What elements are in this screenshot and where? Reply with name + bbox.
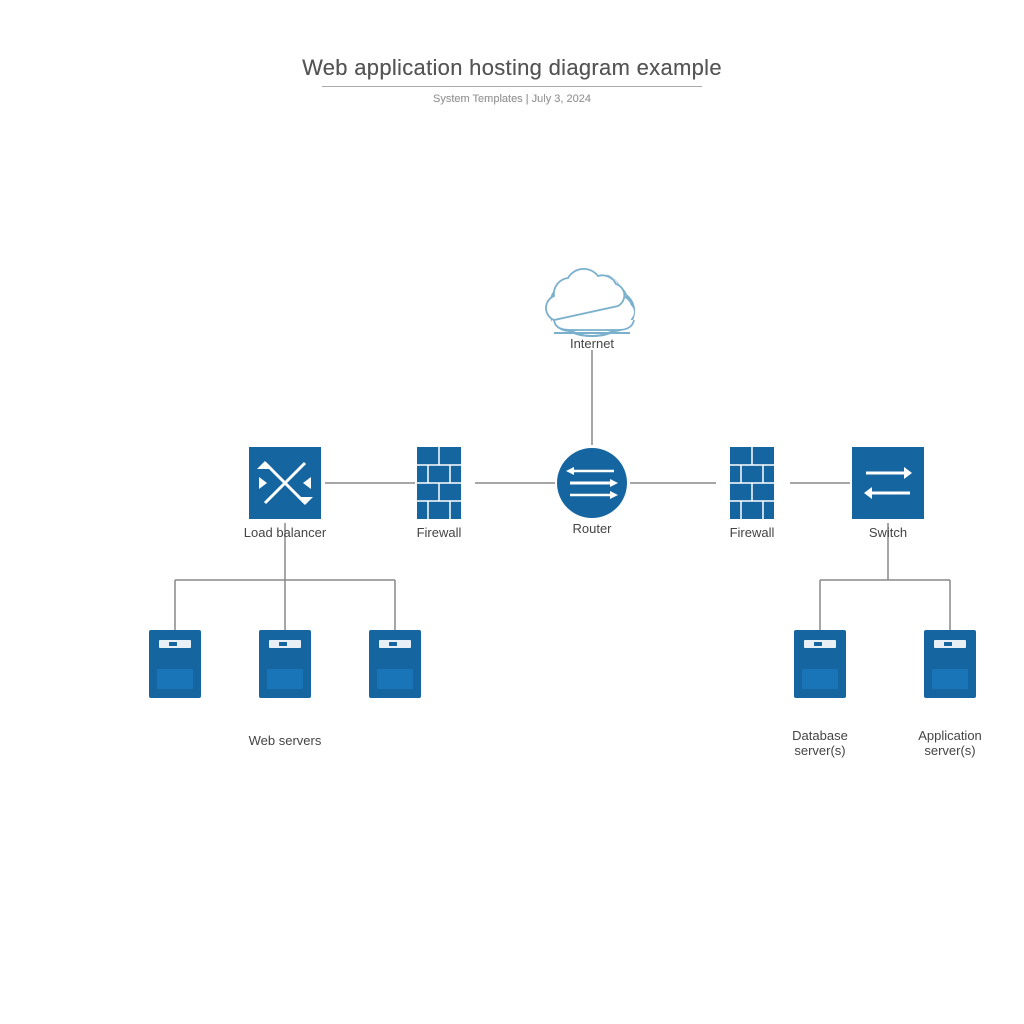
- diagram-container: Web application hosting diagram example …: [0, 0, 1024, 1024]
- router-label: Router: [572, 521, 612, 536]
- firewall-left-label: Firewall: [417, 525, 462, 540]
- load-balancer-icon: [249, 447, 321, 519]
- router-icon: [557, 448, 627, 518]
- internet-label: Internet: [570, 336, 614, 351]
- subtitle-display: System Templates | July 3, 2024: [0, 93, 1024, 105]
- db-server-label: Database: [792, 728, 848, 743]
- title-divider: [322, 86, 702, 87]
- web-server-2-icon: [259, 630, 311, 698]
- load-balancer-label: Load balancer: [244, 525, 327, 540]
- db-server-label2: server(s): [794, 743, 845, 758]
- switch-label: Switch: [869, 525, 907, 540]
- cloud-icon: [546, 269, 634, 330]
- title-section-final: Web application hosting diagram example …: [0, 55, 1024, 105]
- firewall-right-icon: [730, 447, 774, 519]
- web-servers-label: Web servers: [249, 733, 322, 748]
- db-server-icon: [794, 630, 846, 698]
- app-server-label2: server(s): [924, 743, 975, 758]
- page-title-display: Web application hosting diagram example: [0, 55, 1024, 81]
- firewall-left-icon: [417, 447, 461, 519]
- switch-icon: [852, 447, 924, 519]
- app-server-label: Application: [918, 728, 982, 743]
- app-server-icon: [924, 630, 976, 698]
- network-diagram: Internet Router: [0, 0, 1024, 1024]
- web-server-3-icon: [369, 630, 421, 698]
- web-server-1-icon: [149, 630, 201, 698]
- firewall-right-label: Firewall: [730, 525, 775, 540]
